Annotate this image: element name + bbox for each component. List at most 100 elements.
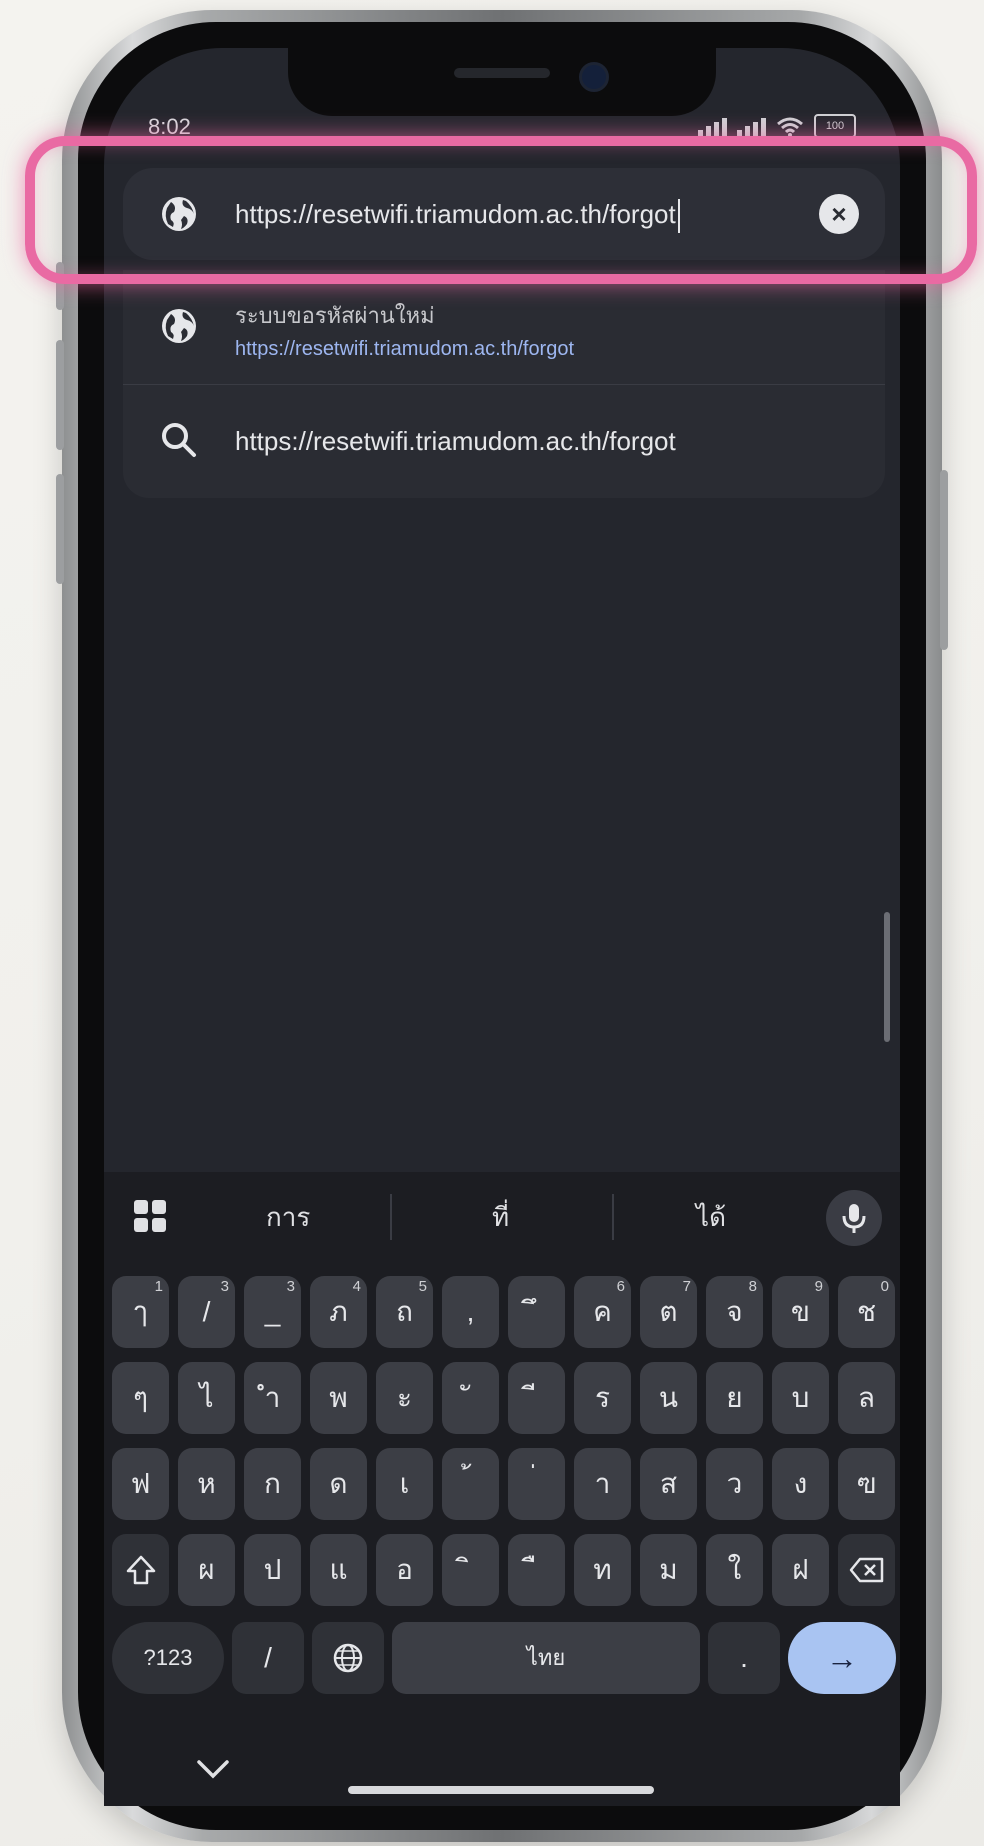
key[interactable]: ป [244, 1534, 301, 1606]
key[interactable]: ล [838, 1362, 895, 1434]
highlight-annotation [25, 136, 977, 284]
suggestion-item-page[interactable]: ระบบขอรหัสผ่านใหม่ https://resetwifi.tri… [123, 270, 885, 385]
key-label: → [826, 1640, 858, 1676]
key[interactable]: ำ [244, 1362, 301, 1434]
voice-input-button[interactable] [826, 1190, 882, 1246]
key[interactable]: ๆ [112, 1362, 169, 1434]
key-label: ร [594, 1382, 611, 1413]
key[interactable]: /3 [178, 1276, 235, 1348]
hide-keyboard-button[interactable] [196, 1750, 230, 1789]
symbols-key[interactable]: ?123 [112, 1622, 224, 1694]
key[interactable]: พ [310, 1362, 367, 1434]
key[interactable]: ย [706, 1362, 763, 1434]
key[interactable]: เ [376, 1448, 433, 1520]
notch [288, 48, 716, 116]
key[interactable]: ไ [178, 1362, 235, 1434]
key-label: ?123 [143, 1645, 193, 1670]
divider [390, 1194, 392, 1240]
period-key[interactable]: . [708, 1622, 780, 1694]
search-icon [162, 423, 196, 457]
key[interactable]: ภ4 [310, 1276, 367, 1348]
key-label: บ [791, 1382, 810, 1413]
key-label: ม [659, 1554, 678, 1585]
key-number-hint: 4 [352, 1278, 361, 1295]
globe-icon [162, 309, 196, 343]
word-suggestion[interactable]: ที่ [492, 1172, 509, 1262]
key[interactable]: จ8 [706, 1276, 763, 1348]
backspace-key[interactable] [838, 1534, 895, 1606]
word-suggestion[interactable]: ได้ [696, 1172, 726, 1262]
key[interactable]: ท [574, 1534, 631, 1606]
key[interactable]: ฃ [838, 1448, 895, 1520]
key[interactable]: ด [310, 1448, 367, 1520]
key[interactable]: ช0 [838, 1276, 895, 1348]
mic-icon [842, 1204, 866, 1233]
key[interactable]: แ [310, 1534, 367, 1606]
key-label: , [466, 1296, 475, 1327]
key[interactable]: ถ5 [376, 1276, 433, 1348]
front-camera [579, 62, 609, 92]
key-number-hint: 5 [418, 1278, 427, 1295]
key[interactable]: ฟ [112, 1448, 169, 1520]
apps-grid-icon[interactable] [134, 1200, 168, 1234]
key[interactable]: ค6 [574, 1276, 631, 1348]
key[interactable]: ั [442, 1362, 499, 1434]
scrollbar[interactable] [884, 912, 890, 1042]
key[interactable]: บ [772, 1362, 829, 1434]
globe-icon [333, 1643, 363, 1673]
key[interactable]: ก [244, 1448, 301, 1520]
word-suggestion[interactable]: การ [266, 1172, 310, 1262]
status-icons: 100 [698, 114, 856, 138]
key-label: ว [726, 1468, 743, 1499]
space-key[interactable]: ไทย [392, 1622, 700, 1694]
enter-key[interactable]: → [788, 1622, 896, 1694]
key[interactable]: ่ [508, 1448, 565, 1520]
key-number-hint: 0 [880, 1278, 889, 1295]
key[interactable]: ผ [178, 1534, 235, 1606]
thai-keyboard: การ ที่ ได้ ๅ1/3_3ภ4ถ5,ึค6ต7จ8ข9ช0ๆไำพะั… [104, 1172, 900, 1806]
volume-up-button [56, 340, 64, 450]
key-number-hint: 3 [220, 1278, 229, 1295]
keyboard-suggestion-strip: การ ที่ ได้ [104, 1172, 900, 1262]
key[interactable]: ต7 [640, 1276, 697, 1348]
key[interactable]: ข9 [772, 1276, 829, 1348]
key[interactable]: ฝ [772, 1534, 829, 1606]
key[interactable]: ี [508, 1362, 565, 1434]
key[interactable]: า [574, 1448, 631, 1520]
slash-key[interactable]: / [232, 1622, 304, 1694]
key[interactable]: , [442, 1276, 499, 1348]
battery-icon: 100 [814, 114, 856, 138]
key-label: ง [793, 1468, 808, 1499]
key-label: น [658, 1382, 679, 1413]
key[interactable]: ้ [442, 1448, 499, 1520]
key[interactable]: ิ [442, 1534, 499, 1606]
signal-icon [698, 118, 727, 138]
key[interactable]: น [640, 1362, 697, 1434]
language-key[interactable] [312, 1622, 384, 1694]
key[interactable]: ะ [376, 1362, 433, 1434]
key[interactable]: ื [508, 1534, 565, 1606]
shift-key[interactable] [112, 1534, 169, 1606]
key[interactable]: ึ [508, 1276, 565, 1348]
key[interactable]: ส [640, 1448, 697, 1520]
key[interactable]: ใ [706, 1534, 763, 1606]
suggestion-item-search[interactable]: https://resetwifi.triamudom.ac.th/forgot [123, 384, 885, 498]
power-button [940, 470, 948, 650]
key[interactable]: ร [574, 1362, 631, 1434]
backspace-icon [849, 1557, 883, 1583]
volume-down-button [56, 474, 64, 584]
key[interactable]: ว [706, 1448, 763, 1520]
key[interactable]: ม [640, 1534, 697, 1606]
key-label: ๅ [133, 1296, 148, 1327]
key[interactable]: ง [772, 1448, 829, 1520]
key-label: ข [790, 1296, 811, 1327]
key[interactable]: _ 3 [244, 1276, 301, 1348]
key-label: ย [726, 1382, 743, 1413]
home-indicator[interactable] [348, 1786, 654, 1794]
key[interactable]: ห [178, 1448, 235, 1520]
earpiece-speaker [454, 68, 550, 78]
key[interactable]: อ [376, 1534, 433, 1606]
key-number-hint: 9 [814, 1278, 823, 1295]
key-label: ฟ [130, 1468, 151, 1499]
key[interactable]: ๅ1 [112, 1276, 169, 1348]
